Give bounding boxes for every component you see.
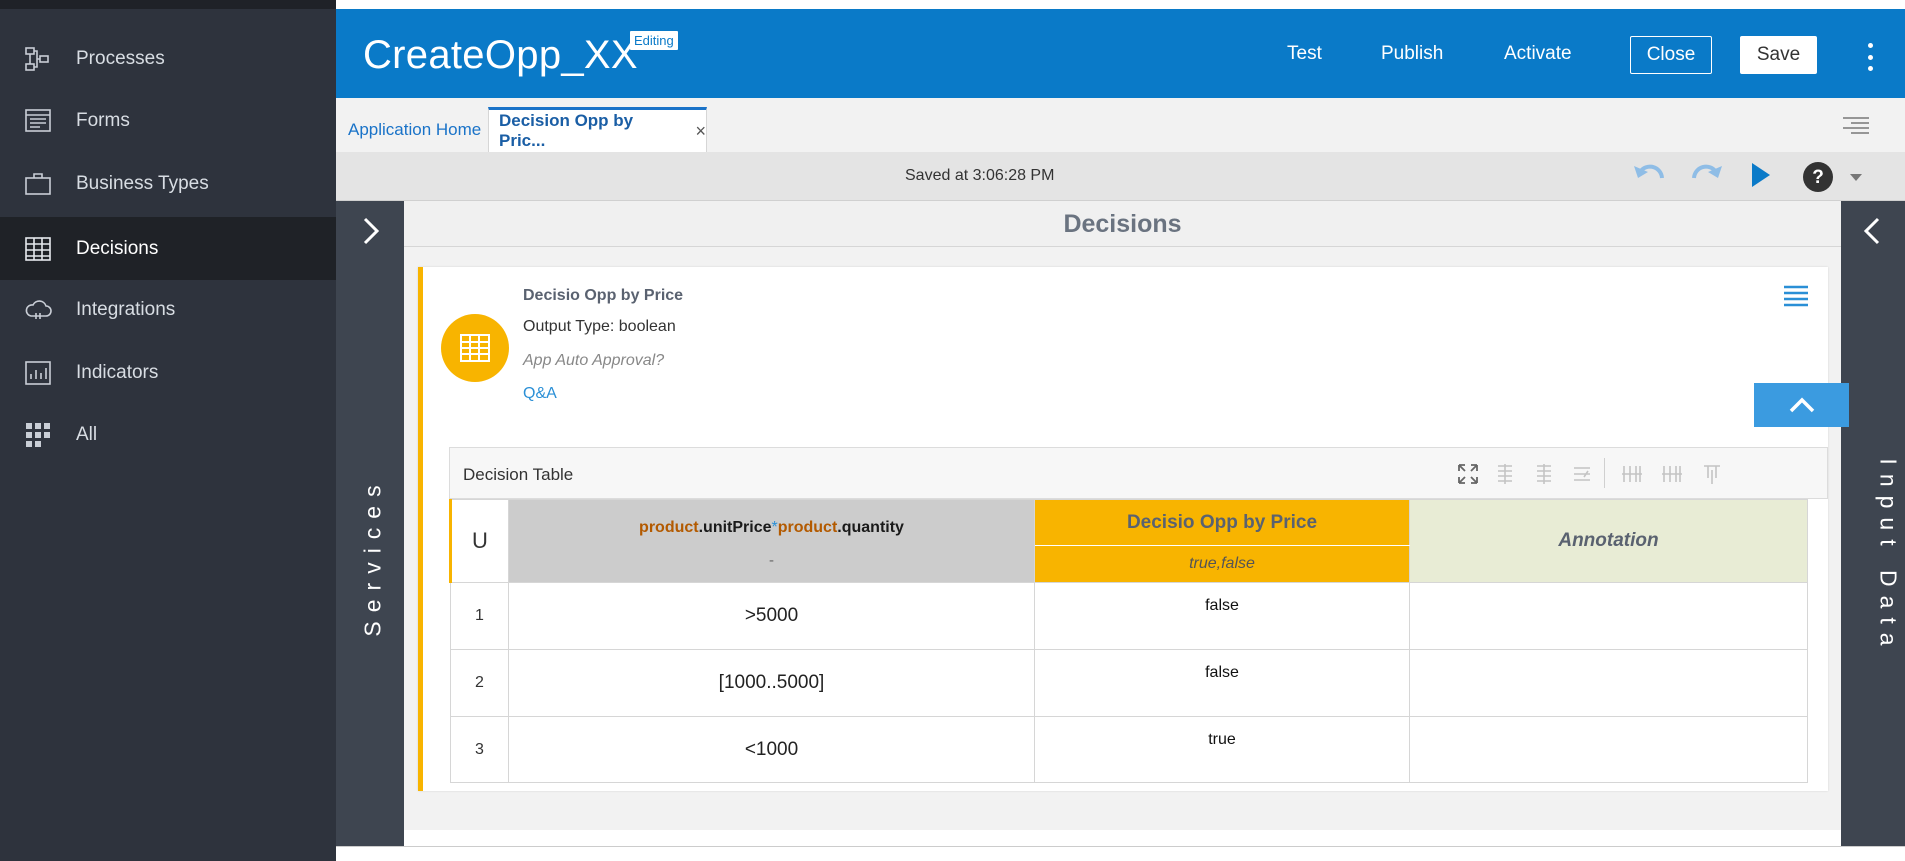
publish-button[interactable]: Publish bbox=[1381, 43, 1443, 65]
qa-link[interactable]: Q&A bbox=[523, 385, 557, 403]
input-expression-header[interactable]: product.unitPrice*product.quantity bbox=[508, 499, 1035, 546]
editor-toolbar: Saved at 3:06:28 PM ? bbox=[336, 152, 1905, 201]
hit-policy-cell[interactable]: U bbox=[449, 499, 509, 583]
tab-application-home[interactable]: Application Home bbox=[348, 107, 481, 152]
input-rule-cell[interactable]: >5000 bbox=[508, 582, 1035, 650]
app-title: CreateOpp_XX bbox=[363, 33, 638, 77]
row-number[interactable]: 1 bbox=[450, 582, 509, 650]
decision-name: Decisio Opp by Price bbox=[523, 287, 684, 304]
nav-top-strip bbox=[0, 0, 336, 9]
insert-row-above-icon[interactable] bbox=[1493, 462, 1517, 486]
run-icon[interactable] bbox=[1749, 160, 1773, 190]
table-row: 1 >5000 false bbox=[450, 582, 1808, 650]
nav-item-indicators[interactable]: Indicators bbox=[0, 344, 336, 402]
nav-item-label: Processes bbox=[76, 48, 165, 69]
processes-icon bbox=[0, 45, 76, 73]
input-rule-cell[interactable]: [1000..5000] bbox=[508, 649, 1035, 717]
expand-right-icon[interactable] bbox=[362, 217, 380, 245]
expand-left-icon[interactable] bbox=[1863, 217, 1881, 245]
close-button[interactable]: Close bbox=[1630, 36, 1712, 74]
bottom-bar bbox=[336, 846, 1905, 861]
undo-icon[interactable] bbox=[1632, 160, 1668, 192]
decision-question: App Auto Approval? bbox=[523, 352, 665, 369]
nav-item-label: Decisions bbox=[76, 237, 159, 259]
nav-item-label: Forms bbox=[76, 110, 130, 131]
output-rule-cell[interactable]: true bbox=[1034, 716, 1410, 783]
table-row: 2 [1000..5000] false bbox=[450, 649, 1808, 717]
tab-decision-opp-by-price[interactable]: Decision Opp by Pric... × bbox=[488, 107, 707, 152]
delete-row-icon[interactable] bbox=[1570, 462, 1594, 486]
output-rule-cell[interactable]: false bbox=[1034, 582, 1410, 650]
nav-item-label: Indicators bbox=[76, 362, 159, 383]
input-data-rail[interactable]: Input Data bbox=[1841, 201, 1905, 846]
chart-icon bbox=[0, 359, 76, 387]
row-number[interactable]: 3 bbox=[450, 716, 509, 783]
table-icon bbox=[0, 235, 76, 263]
save-button[interactable]: Save bbox=[1740, 36, 1817, 74]
nav-item-decisions[interactable]: Decisions bbox=[0, 217, 336, 280]
nav-item-business-types[interactable]: Business Types bbox=[0, 155, 336, 213]
close-tab-icon[interactable]: × bbox=[695, 121, 706, 142]
output-header[interactable]: Decisio Opp by Price bbox=[1034, 499, 1410, 546]
delete-column-icon[interactable] bbox=[1700, 462, 1724, 486]
output-rule-cell[interactable]: false bbox=[1034, 649, 1410, 717]
decision-table: U product.unitPrice*product.quantity Dec… bbox=[449, 499, 1808, 783]
more-menu-icon[interactable] bbox=[1865, 43, 1875, 71]
annotation-cell[interactable] bbox=[1409, 582, 1808, 650]
fullscreen-icon[interactable] bbox=[1456, 462, 1480, 486]
input-values-cell[interactable]: - bbox=[508, 545, 1035, 583]
nav-item-processes[interactable]: Processes bbox=[0, 30, 336, 88]
card-menu-icon[interactable] bbox=[1784, 285, 1808, 307]
annotation-cell[interactable] bbox=[1409, 649, 1808, 717]
main-content: Decisions Decisio Opp by Price Output Ty… bbox=[404, 201, 1849, 830]
insert-column-left-icon[interactable] bbox=[1620, 462, 1644, 486]
nav-item-integrations[interactable]: Integrations bbox=[0, 281, 336, 339]
tab-bar: Application Home Decision Opp by Pric...… bbox=[336, 98, 1905, 152]
help-icon[interactable]: ? bbox=[1802, 160, 1864, 194]
expr-quantity: .quantity bbox=[837, 518, 904, 536]
expr-product-a: product bbox=[639, 518, 699, 536]
collapse-button[interactable] bbox=[1754, 383, 1849, 427]
output-values-cell[interactable]: true,false bbox=[1034, 545, 1410, 583]
editing-badge: Editing bbox=[630, 31, 678, 50]
nav-item-all[interactable]: All bbox=[0, 406, 336, 464]
nav-item-label: All bbox=[76, 424, 98, 445]
decision-table-icon bbox=[441, 314, 509, 382]
activate-button[interactable]: Activate bbox=[1504, 43, 1572, 65]
left-nav: Processes Forms Business Types Decisions… bbox=[0, 0, 336, 861]
tab-list-icon[interactable] bbox=[1843, 116, 1869, 136]
cloud-icon bbox=[0, 296, 76, 324]
decision-card: Decisio Opp by Price Output Type: boolea… bbox=[418, 267, 1849, 791]
forms-icon bbox=[0, 107, 76, 135]
nav-item-forms[interactable]: Forms bbox=[0, 92, 336, 150]
annotation-cell[interactable] bbox=[1409, 716, 1808, 783]
input-rule-cell[interactable]: <1000 bbox=[508, 716, 1035, 783]
svg-text:?: ? bbox=[1812, 167, 1824, 188]
services-rail[interactable]: Services bbox=[336, 201, 404, 846]
redo-icon[interactable] bbox=[1688, 160, 1724, 192]
toolbar-divider bbox=[1604, 458, 1605, 488]
decision-table-toolbar: Decision Table bbox=[449, 447, 1828, 499]
row-number[interactable]: 2 bbox=[450, 649, 509, 717]
insert-column-right-icon[interactable] bbox=[1660, 462, 1684, 486]
expr-product-b: product bbox=[777, 518, 838, 536]
nav-item-label: Integrations bbox=[76, 299, 176, 320]
expr-unitprice: .unitPrice bbox=[698, 518, 772, 536]
briefcase-icon bbox=[0, 170, 76, 198]
tab-label: Decision Opp by Pric... bbox=[499, 111, 634, 150]
chevron-up-icon bbox=[1789, 397, 1814, 413]
grid-icon bbox=[0, 421, 76, 449]
insert-row-below-icon[interactable] bbox=[1532, 462, 1556, 486]
page-title: Decisions bbox=[404, 201, 1841, 247]
output-type: Output Type: boolean bbox=[523, 318, 676, 335]
services-label: Services bbox=[359, 476, 386, 637]
decision-table-label: Decision Table bbox=[463, 465, 574, 484]
table-row: 3 <1000 true bbox=[450, 716, 1808, 783]
nav-item-label: Business Types bbox=[76, 173, 209, 194]
app-header: CreateOpp_XX Editing Test Publish Activa… bbox=[336, 9, 1905, 98]
input-data-label: Input Data bbox=[1875, 458, 1902, 655]
test-button[interactable]: Test bbox=[1287, 43, 1322, 65]
saved-status: Saved at 3:06:28 PM bbox=[905, 167, 1055, 184]
annotation-header[interactable]: Annotation bbox=[1409, 499, 1808, 583]
